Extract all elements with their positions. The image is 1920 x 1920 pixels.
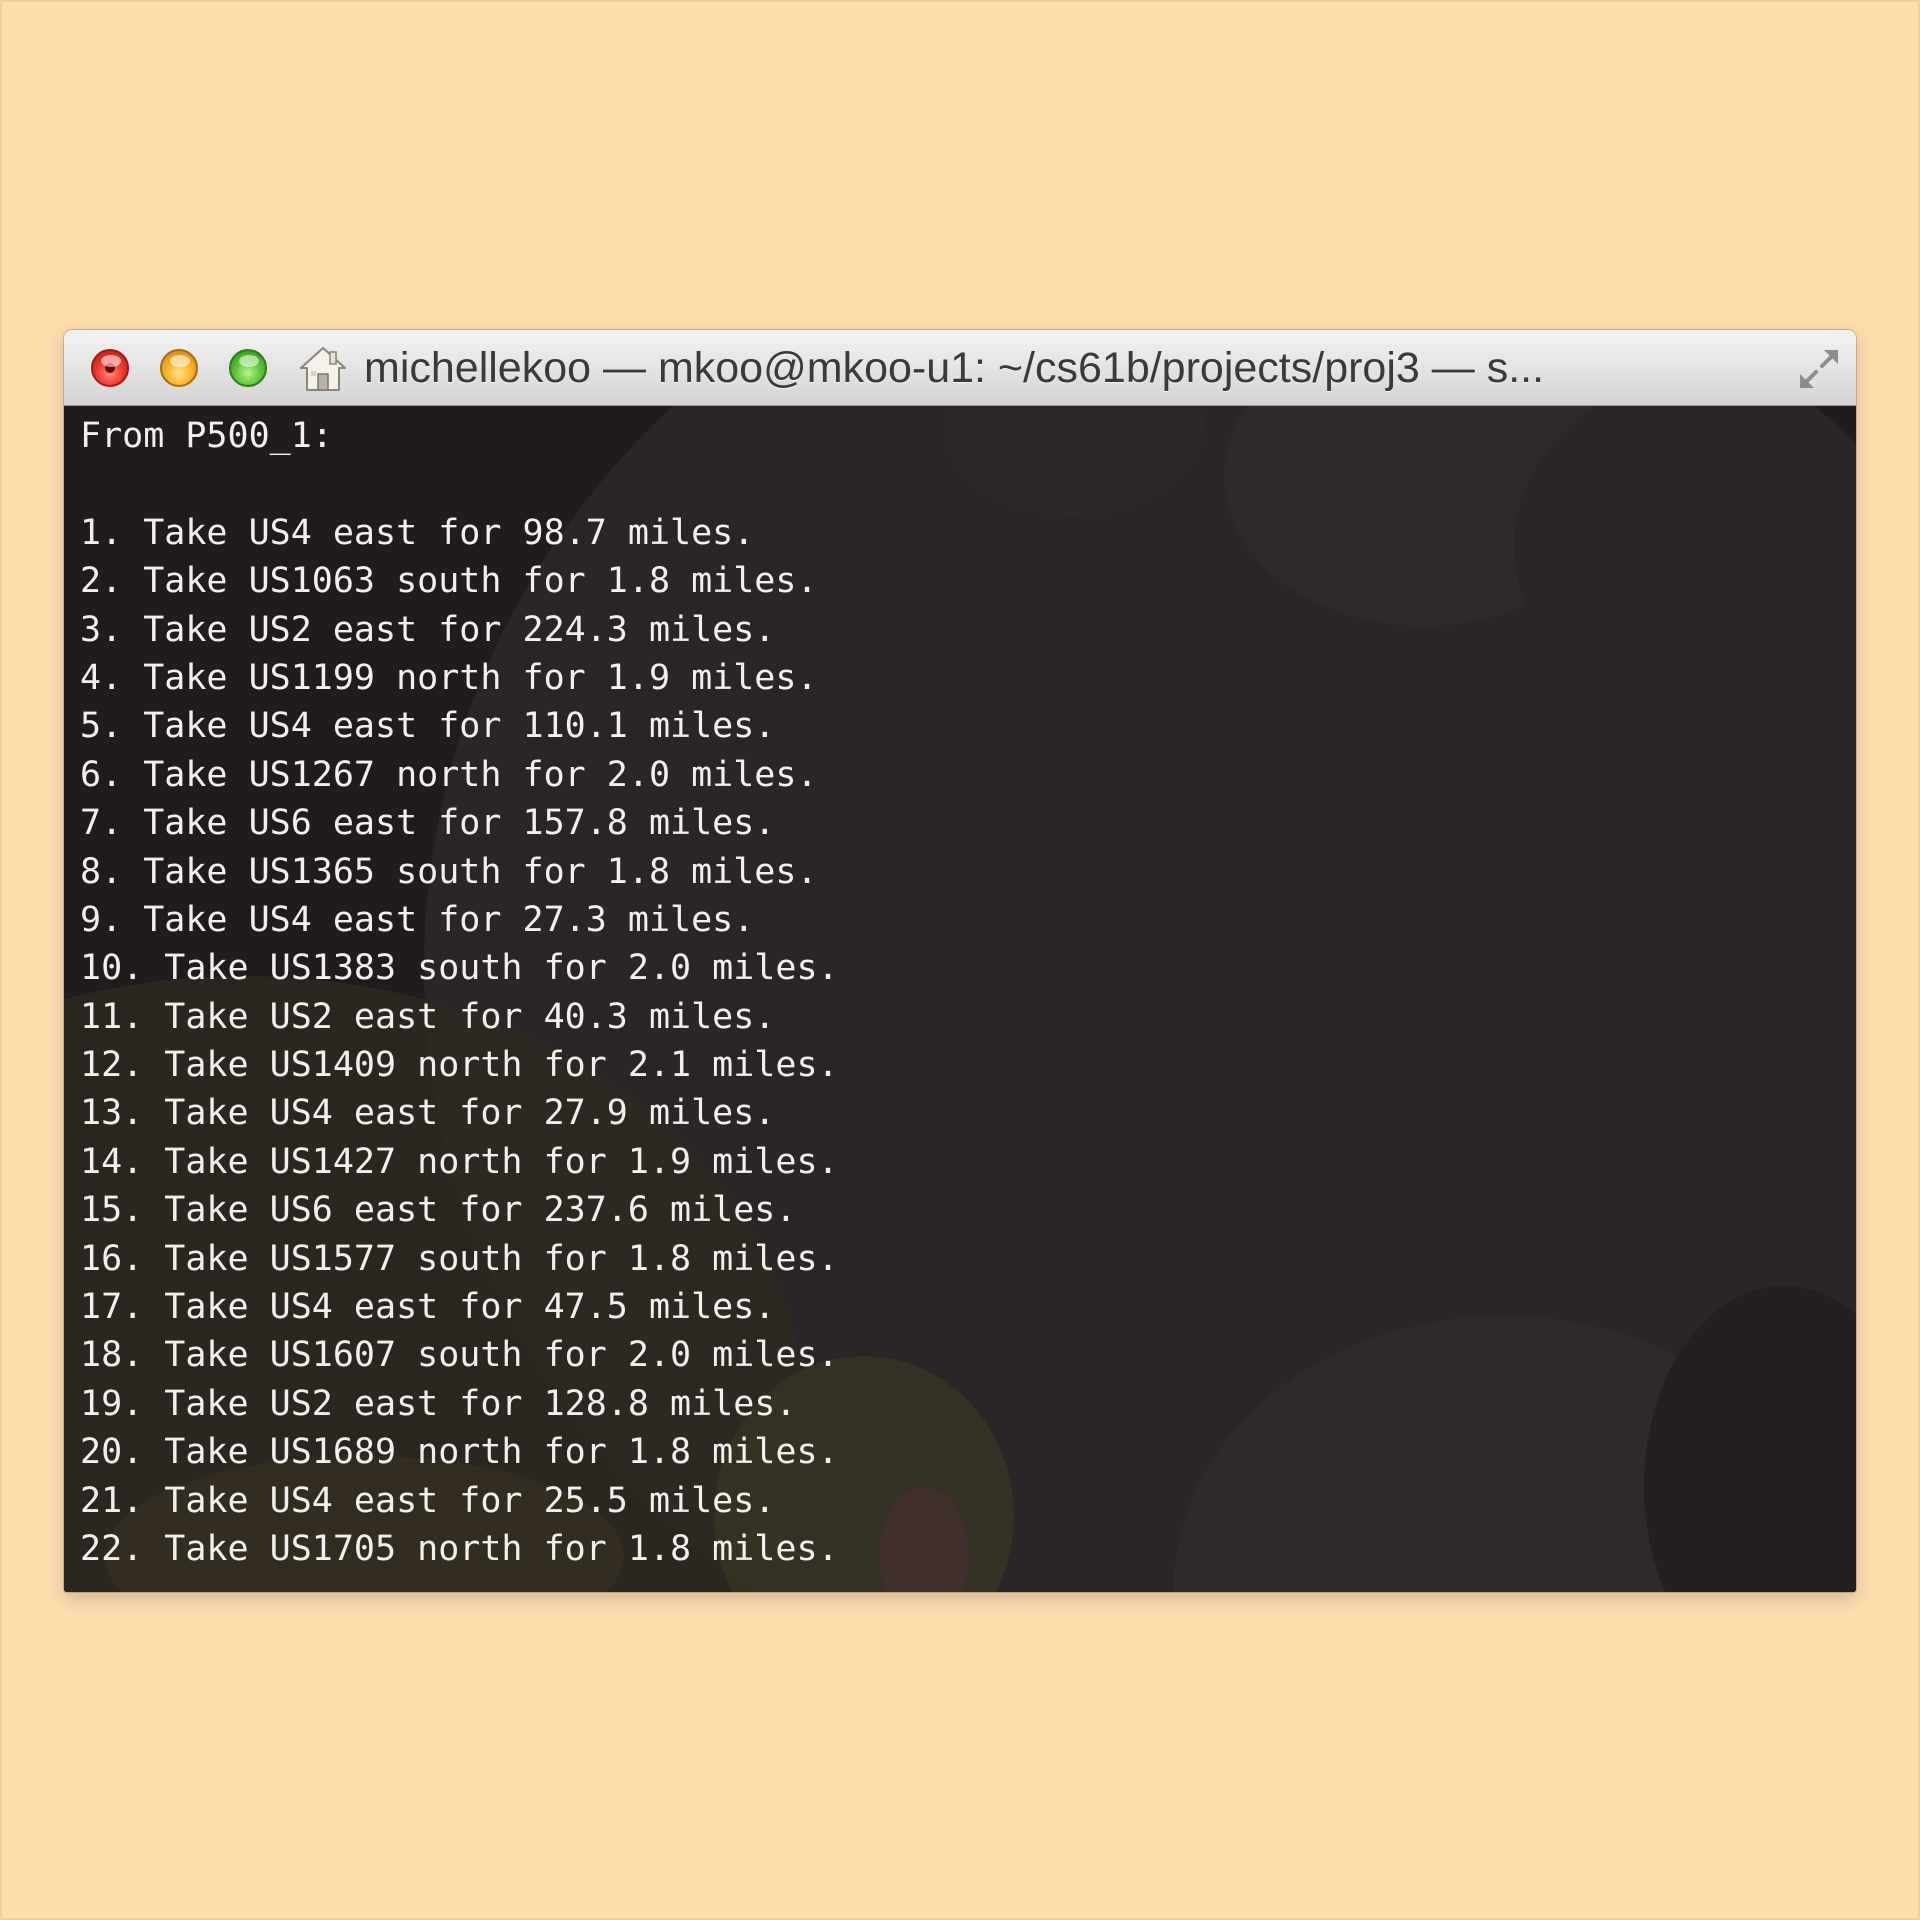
terminal-line: 9. Take US4 east for 27.3 miles. xyxy=(80,899,755,940)
terminal-line: 3. Take US2 east for 224.3 miles. xyxy=(80,609,776,650)
terminal-line: From P500_1: xyxy=(80,416,333,456)
terminal-line: 2. Take US1063 south for 1.8 miles. xyxy=(80,561,818,602)
terminal-line: 21. Take US4 east for 25.5 miles. xyxy=(80,1480,776,1521)
minimize-button[interactable] xyxy=(160,349,198,387)
terminal-line: 7. Take US6 east for 157.8 miles. xyxy=(80,803,776,844)
terminal-line: 11. Take US2 east for 40.3 miles. xyxy=(80,996,776,1037)
window-title-bar[interactable]: michellekoo — mkoo@mkoo-u1: ~/cs61b/proj… xyxy=(64,330,1856,406)
close-indicator-dot xyxy=(105,363,115,373)
terminal-line: 13. Take US4 east for 27.9 miles. xyxy=(80,1093,776,1134)
terminal-content-area[interactable]: From P500_1: 1. Take US4 east for 98.7 mi… xyxy=(64,406,1856,1592)
terminal-line: 8. Take US1365 south for 1.8 miles. xyxy=(80,851,818,892)
terminal-line: 5. Take US4 east for 110.1 miles. xyxy=(80,706,776,747)
terminal-line: 18. Take US1607 south for 2.0 miles. xyxy=(80,1335,839,1376)
fullscreen-arrows-icon[interactable] xyxy=(1794,344,1844,394)
terminal-line: 17. Take US4 east for 47.5 miles. xyxy=(80,1287,776,1328)
zoom-button[interactable] xyxy=(229,349,267,387)
terminal-line: 20. Take US1689 north for 1.8 miles. xyxy=(80,1432,839,1473)
home-icon[interactable] xyxy=(298,344,348,394)
terminal-line: 14. Take US1427 north for 1.9 miles. xyxy=(80,1141,839,1182)
terminal-output: From P500_1: 1. Take US4 east for 98.7 mi… xyxy=(80,412,839,1573)
terminal-line: 19. Take US2 east for 128.8 miles. xyxy=(80,1383,797,1424)
window-title: michellekoo — mkoo@mkoo-u1: ~/cs61b/proj… xyxy=(364,344,1545,392)
terminal-line: 12. Take US1409 north for 2.1 miles. xyxy=(80,1045,839,1086)
terminal-line: 1. Take US4 east for 98.7 miles. xyxy=(80,512,755,553)
terminal-line: 6. Take US1267 north for 2.0 miles. xyxy=(80,754,818,795)
terminal-line: 22. Take US1705 north for 1.8 miles. xyxy=(80,1528,839,1569)
terminal-line: 10. Take US1383 south for 2.0 miles. xyxy=(80,948,839,989)
terminal-window[interactable]: michellekoo — mkoo@mkoo-u1: ~/cs61b/proj… xyxy=(64,330,1856,1592)
terminal-line: 16. Take US1577 south for 1.8 miles. xyxy=(80,1238,839,1279)
terminal-line: 4. Take US1199 north for 1.9 miles. xyxy=(80,657,818,698)
close-button[interactable] xyxy=(91,349,129,387)
terminal-line: 15. Take US6 east for 237.6 miles. xyxy=(80,1190,797,1231)
